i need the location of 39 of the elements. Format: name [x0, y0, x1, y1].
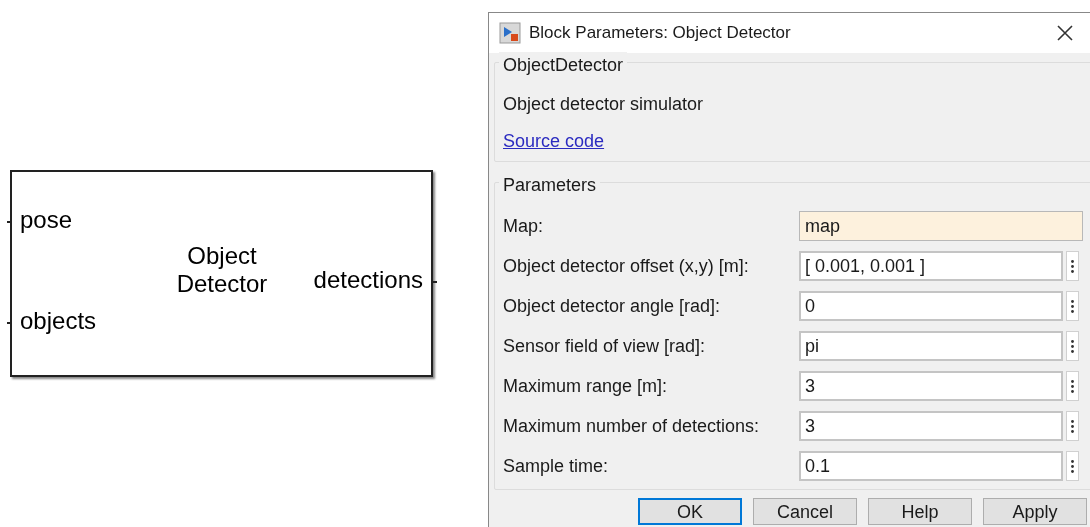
more-icon	[1071, 259, 1074, 273]
input-field[interactable]: [ 0.001, 0.001 ]	[799, 251, 1063, 281]
field-label: Maximum range [m]:	[503, 374, 669, 398]
options-button[interactable]	[1066, 371, 1079, 401]
field-label: Maximum number of detections:	[503, 414, 761, 438]
dialog-button[interactable]: Apply	[983, 498, 1087, 525]
input-port-label: pose	[20, 208, 73, 232]
options-button[interactable]	[1066, 411, 1079, 441]
description-text: Object detector simulator	[503, 93, 705, 116]
field-label: Sample time:	[503, 454, 610, 478]
field-label: Sensor field of view [rad]:	[503, 334, 707, 358]
source-code-link[interactable]: Source code	[503, 128, 605, 155]
dialog-button[interactable]: Cancel	[753, 498, 857, 525]
dialog-button[interactable]: OK	[638, 498, 742, 525]
input-field[interactable]: 0	[799, 291, 1063, 321]
app-icon	[499, 22, 521, 44]
field-label: Object detector offset (x,y) [m]:	[503, 254, 750, 278]
output-port-label: detections	[313, 268, 423, 292]
close-icon[interactable]	[1057, 25, 1073, 41]
input-field[interactable]: map	[799, 211, 1083, 241]
more-icon	[1071, 379, 1074, 393]
input-field[interactable]: 3	[799, 371, 1063, 401]
block-name: Object Detector	[175, 242, 269, 298]
field-label: Map:	[503, 214, 545, 238]
options-button[interactable]	[1066, 291, 1079, 321]
more-icon	[1071, 419, 1074, 433]
dialog-button[interactable]: Help	[868, 498, 972, 525]
options-button[interactable]	[1066, 451, 1079, 481]
input-field[interactable]: 0.1	[799, 451, 1063, 481]
input-field[interactable]: pi	[799, 331, 1063, 361]
window-title: Block Parameters: Object Detector	[529, 22, 791, 45]
more-icon	[1071, 459, 1074, 473]
options-button[interactable]	[1066, 331, 1079, 361]
field-label: Object detector angle [rad]:	[503, 294, 722, 318]
input-port-label: objects	[20, 309, 97, 333]
options-button[interactable]	[1066, 251, 1079, 281]
more-icon	[1071, 299, 1074, 313]
more-icon	[1071, 339, 1074, 353]
input-field[interactable]: 3	[799, 411, 1063, 441]
